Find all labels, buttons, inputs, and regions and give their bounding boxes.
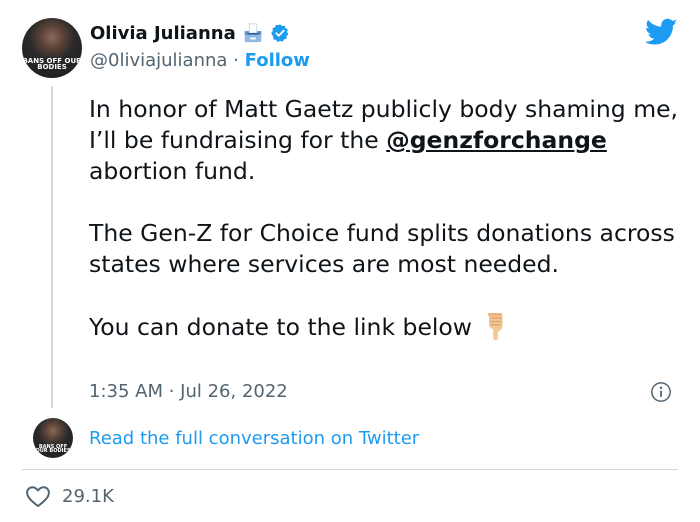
divider <box>22 469 678 470</box>
author-display-name[interactable]: Olivia Julianna <box>90 23 236 44</box>
thread-connector-line <box>51 86 53 408</box>
like-count: 29.1K <box>62 485 114 507</box>
tweet-paragraph-1: In honor of Matt Gaetz publicly body sha… <box>89 94 689 187</box>
tweet-timestamp[interactable]: 1:35 AM · Jul 26, 2022 <box>89 381 288 402</box>
author-handle-row: @0liviajulianna · Follow <box>90 50 310 71</box>
author-handle[interactable]: @0liviajulianna <box>90 50 227 71</box>
pointing-down-emoji-icon <box>488 313 503 341</box>
reply-avatar-shirt-text: BANS OFF OUR BODIES <box>35 444 71 454</box>
info-icon[interactable] <box>650 381 672 403</box>
ballot-box-emoji-icon <box>244 23 261 43</box>
tweet-paragraph-3: You can donate to the link below <box>89 311 689 343</box>
like-action[interactable]: 29.1K <box>24 484 114 508</box>
tweet-line1-suffix: abortion fund. <box>89 157 256 185</box>
verified-badge-icon <box>270 24 289 42</box>
tweet-paragraph-3-text: You can donate to the link below <box>89 313 473 341</box>
mention-link[interactable]: @genzforchange <box>386 126 607 154</box>
follow-button[interactable]: Follow <box>245 50 310 71</box>
author-name-row: Olivia Julianna <box>90 22 290 44</box>
read-full-conversation-link[interactable]: Read the full conversation on Twitter <box>89 428 419 449</box>
reply-avatar[interactable]: BANS OFF OUR BODIES <box>33 418 73 458</box>
author-avatar[interactable]: BANS OFF OUR BODIES <box>22 18 82 78</box>
handle-separator: · <box>233 50 239 71</box>
tweet-body: In honor of Matt Gaetz publicly body sha… <box>89 94 689 374</box>
avatar-shirt-text: BANS OFF OUR BODIES <box>22 57 82 71</box>
tweet-paragraph-2: The Gen-Z for Choice fund splits donatio… <box>89 219 675 278</box>
twitter-bird-icon[interactable] <box>646 18 678 46</box>
heart-icon[interactable] <box>24 484 52 508</box>
